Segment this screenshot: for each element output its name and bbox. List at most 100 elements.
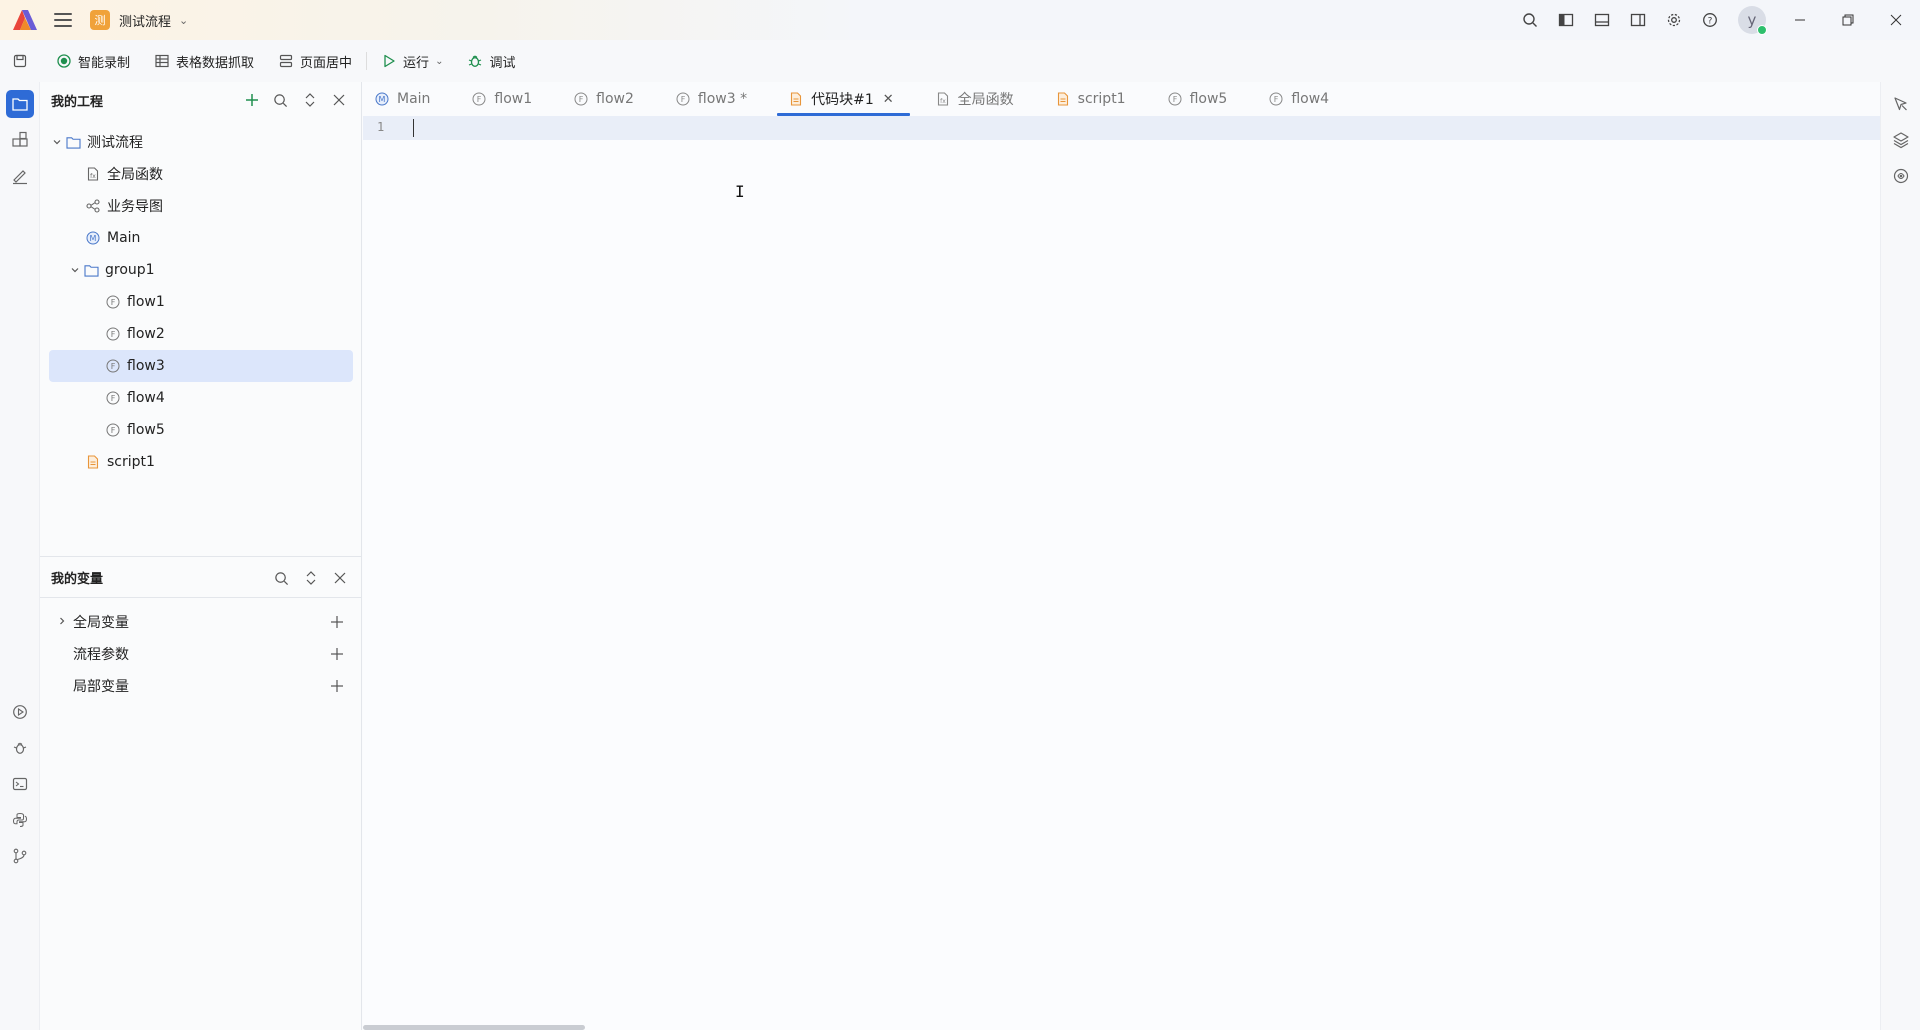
tree-node-flow2[interactable]: F flow2 — [49, 318, 353, 350]
tab-flow1[interactable]: F flow1 — [460, 82, 548, 116]
project-tree: 测试流程 fx 全局函数 业务导图 M Main group1 F flow1 … — [40, 118, 361, 478]
tree-node-flow5[interactable]: F flow5 — [49, 414, 353, 446]
script-icon — [85, 454, 101, 470]
tab-label: flow4 — [1291, 91, 1330, 107]
folder-icon — [65, 134, 81, 150]
activity-run-history[interactable] — [0, 694, 40, 730]
help-icon[interactable]: ? — [1692, 0, 1728, 40]
layers-icon[interactable] — [1881, 122, 1920, 158]
smart-record-button[interactable]: 智能录制 — [44, 40, 142, 82]
tab-label: 全局函数 — [957, 92, 1014, 108]
debug-label: 调试 — [489, 55, 516, 71]
tab-global-functions[interactable]: fx 全局函数 — [924, 82, 1030, 116]
variable-group-local[interactable]: 局部变量 — [40, 670, 362, 702]
components-icon — [12, 131, 28, 147]
horizontal-scrollbar[interactable] — [363, 1025, 585, 1030]
add-icon[interactable] — [330, 606, 344, 638]
minimize-icon[interactable] — [1776, 0, 1824, 40]
table-capture-button[interactable]: 表格数据抓取 — [142, 40, 266, 82]
code-editor[interactable]: 1 I — [363, 116, 1880, 1030]
tree-node-business-map[interactable]: 业务导图 — [49, 190, 353, 222]
folder-icon — [12, 98, 28, 111]
debug-button[interactable]: 调试 — [455, 40, 527, 82]
close-window-icon[interactable] — [1872, 0, 1920, 40]
chevron-down-icon[interactable] — [49, 137, 65, 147]
flow-icon: F — [1269, 92, 1283, 106]
toggle-left-panel-icon[interactable] — [1548, 0, 1584, 40]
save-icon[interactable] — [0, 40, 40, 82]
add-icon[interactable] — [330, 638, 344, 670]
tab-flow4[interactable]: F flow4 — [1257, 82, 1345, 116]
tab-flow3[interactable]: F flow3 * — [664, 82, 763, 116]
tree-node-global-functions[interactable]: fx 全局函数 — [49, 158, 353, 190]
title-bar: 测 测试流程 ⌄ ? y — [0, 0, 1920, 40]
main-menu-icon[interactable] — [54, 13, 72, 27]
activity-project[interactable] — [0, 86, 40, 122]
toggle-bottom-panel-icon[interactable] — [1584, 0, 1620, 40]
tab-code-block[interactable]: 代码块#1 ✕ — [777, 82, 910, 116]
tree-node-main[interactable]: M Main — [49, 222, 353, 254]
expand-collapse-icon[interactable] — [296, 557, 325, 599]
tree-node-label: flow3 — [127, 358, 165, 374]
restore-icon[interactable] — [1824, 0, 1872, 40]
tree-node-group1[interactable]: group1 — [49, 254, 353, 286]
activity-elements[interactable] — [0, 158, 40, 194]
mouse-ibeam-icon: I — [735, 182, 745, 201]
app-logo-icon — [12, 9, 38, 31]
tab-main[interactable]: M Main — [363, 82, 446, 116]
activity-components[interactable] — [0, 122, 40, 158]
tab-label: Main — [397, 91, 431, 107]
tab-flow2[interactable]: F flow2 — [562, 82, 650, 116]
activity-terminal[interactable] — [0, 766, 40, 802]
center-page-button[interactable]: 页面居中 — [266, 40, 364, 82]
add-icon[interactable] — [237, 82, 266, 118]
bug-icon — [469, 55, 482, 67]
bug-icon — [13, 742, 27, 754]
close-icon[interactable]: ✕ — [883, 92, 894, 107]
element-picker-icon[interactable] — [1881, 86, 1920, 122]
tree-node-label: Main — [107, 230, 141, 246]
svg-text:fx: fx — [940, 98, 946, 105]
close-icon[interactable] — [324, 82, 353, 118]
svg-text:F: F — [111, 298, 116, 307]
variable-group-label: 局部变量 — [73, 679, 129, 695]
variable-group-flow-params[interactable]: 流程参数 — [40, 638, 362, 670]
tab-flow5[interactable]: F flow5 — [1156, 82, 1244, 116]
activity-python[interactable] — [0, 802, 40, 838]
chevron-down-icon[interactable] — [67, 265, 83, 275]
activity-debug[interactable] — [0, 730, 40, 766]
flow-icon: F — [105, 422, 121, 438]
toggle-right-panel-icon[interactable] — [1620, 0, 1656, 40]
search-icon[interactable] — [267, 557, 296, 599]
chevron-down-icon[interactable]: ⌄ — [179, 14, 188, 27]
tab-label: flow5 — [1189, 91, 1228, 107]
chevron-right-icon[interactable] — [57, 616, 73, 629]
tab-script1[interactable]: script1 — [1044, 82, 1142, 116]
tab-label: flow3 * — [697, 91, 748, 107]
flow-icon: F — [574, 92, 588, 106]
python-icon — [12, 812, 28, 827]
variable-group-global[interactable]: 全局变量 — [40, 606, 362, 638]
activity-git[interactable] — [0, 838, 40, 874]
tree-node-flow4[interactable]: F flow4 — [49, 382, 353, 414]
project-badge: 测 — [90, 10, 110, 30]
main-icon: M — [85, 230, 101, 246]
add-icon[interactable] — [330, 670, 344, 702]
settings-icon[interactable] — [1656, 0, 1692, 40]
run-button[interactable]: 运行 ⌄ — [369, 40, 455, 82]
tree-node-label: flow1 — [127, 294, 165, 310]
search-icon[interactable] — [266, 82, 295, 118]
user-avatar[interactable]: y — [1738, 6, 1767, 35]
tree-node-root[interactable]: 测试流程 — [49, 126, 353, 158]
variable-group-label: 全局变量 — [73, 615, 129, 631]
tree-node-script1[interactable]: script1 — [49, 446, 353, 478]
ai-assistant-icon[interactable] — [1881, 158, 1920, 194]
close-icon[interactable] — [325, 557, 354, 599]
project-name[interactable]: 测试流程 — [119, 11, 171, 30]
folder-icon — [83, 262, 99, 278]
search-icon[interactable] — [1512, 0, 1548, 40]
chevron-down-icon[interactable]: ⌄ — [435, 56, 443, 67]
tree-node-flow1[interactable]: F flow1 — [49, 286, 353, 318]
tree-node-flow3[interactable]: F flow3 — [49, 350, 353, 382]
expand-collapse-icon[interactable] — [295, 82, 324, 118]
